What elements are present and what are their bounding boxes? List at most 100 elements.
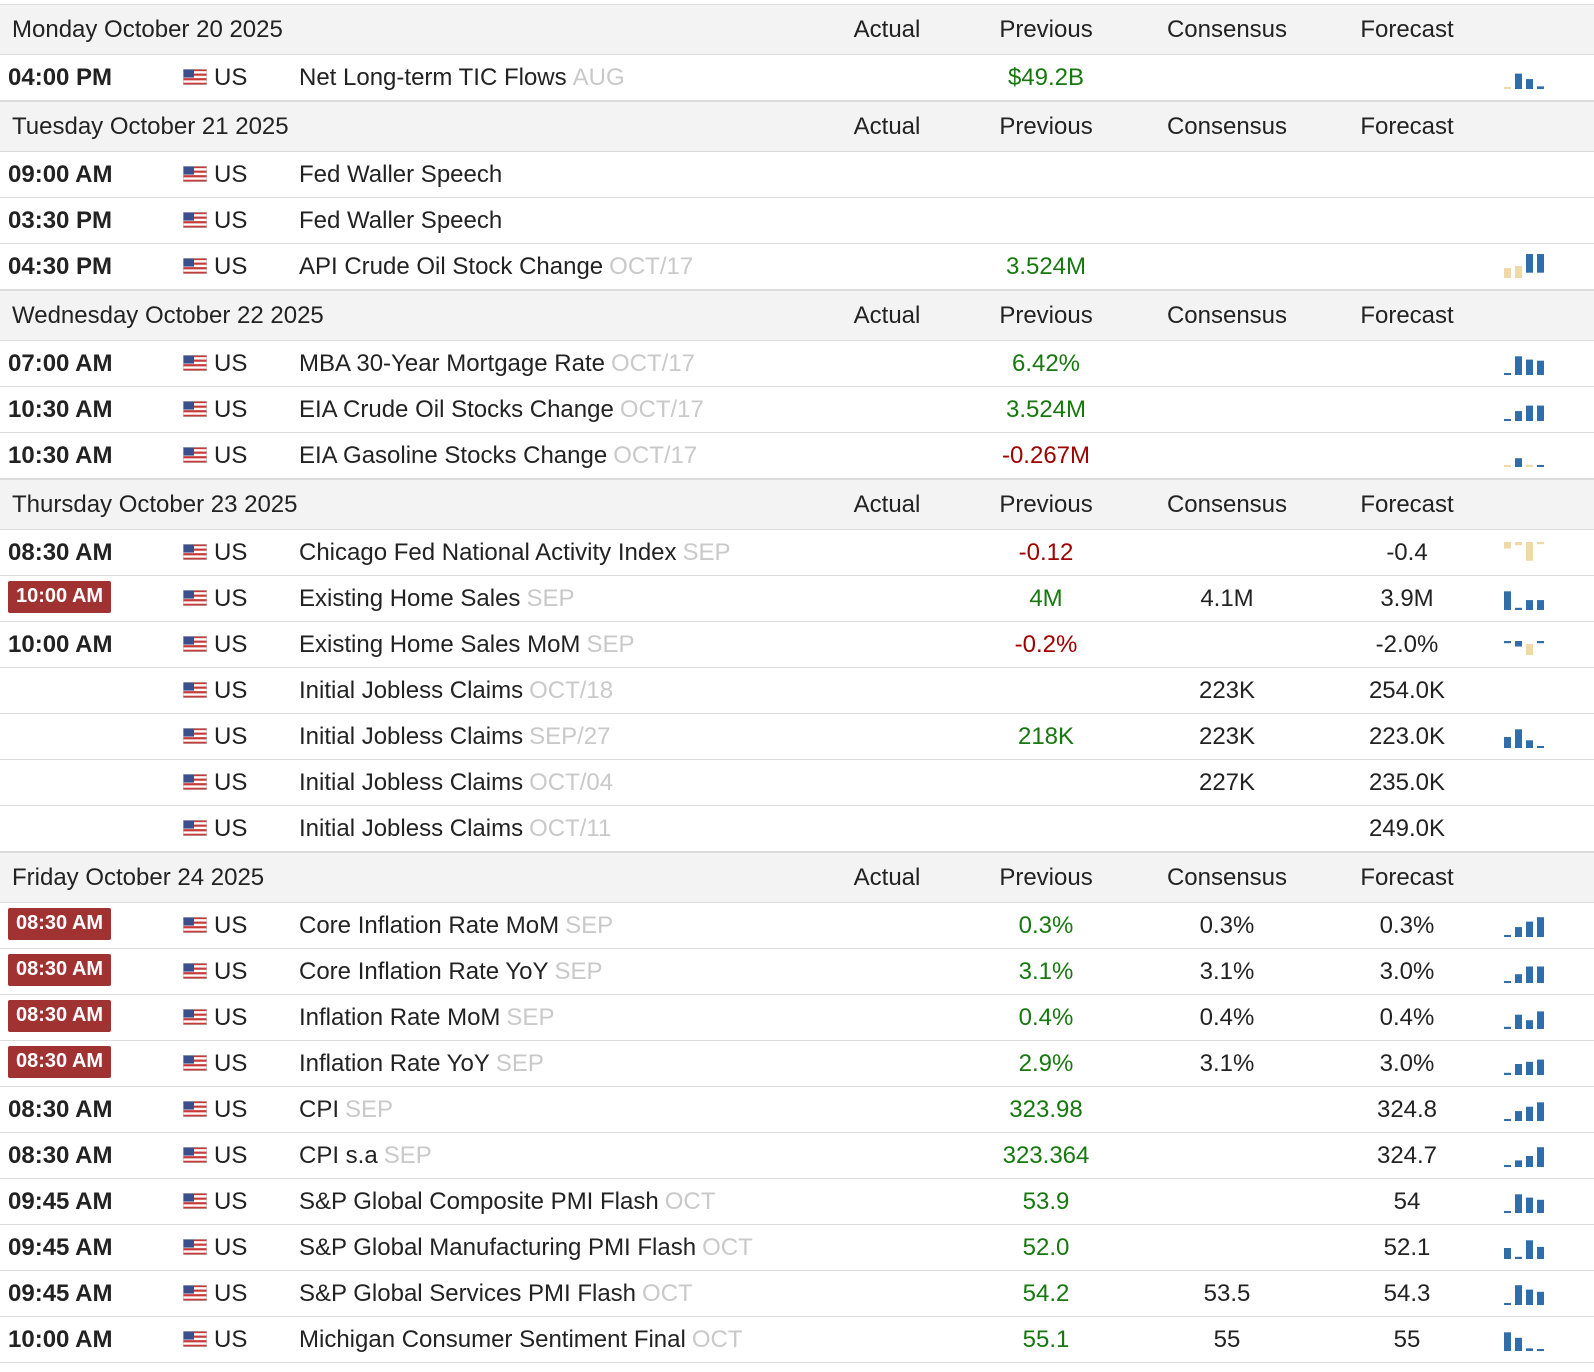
economic-calendar: Monday October 20 2025 Actual Previous Cons…	[0, 4, 1594, 1363]
sparkline-chart-icon[interactable]	[1502, 395, 1546, 423]
sparkline-chart-icon[interactable]	[1502, 538, 1546, 566]
event-name[interactable]: Core Inflation Rate MoM	[299, 912, 559, 939]
sparkline-chart-icon[interactable]	[1502, 911, 1546, 939]
sparkline-chart-icon[interactable]	[1502, 584, 1546, 612]
event-row[interactable]: US Initial Jobless Claims OCT/18 223K 254.0K	[0, 668, 1594, 714]
event-row[interactable]: 08:30 AM US Inflation Rate YoY SEP 2.9% 3.1% 3…	[0, 1041, 1594, 1087]
sparkline-chart-icon[interactable]	[1502, 630, 1546, 658]
event-name-cell[interactable]: Initial Jobless Claims SEP/27	[299, 723, 610, 751]
event-row[interactable]: 09:45 AM US S&P Global Manufacturing PMI F…	[0, 1225, 1594, 1271]
event-row[interactable]: 04:30 PM US API Crude Oil Stock Change OCT/…	[0, 244, 1594, 290]
previous-value: 323.98	[1009, 1096, 1083, 1123]
event-row[interactable]: 04:00 PM US Net Long-term TIC Flows AUG $49.…	[0, 55, 1594, 101]
event-name-cell[interactable]: MBA 30-Year Mortgage Rate OCT/17	[299, 350, 695, 378]
event-name[interactable]: MBA 30-Year Mortgage Rate	[299, 350, 605, 377]
event-name-cell[interactable]: Chicago Fed National Activity Index SEP	[299, 539, 731, 567]
event-name-cell[interactable]: Core Inflation Rate MoM SEP	[299, 912, 613, 940]
sparkline-chart-icon[interactable]	[1502, 1279, 1546, 1307]
event-name-cell[interactable]: API Crude Oil Stock Change OCT/17	[299, 253, 693, 281]
event-row[interactable]: 10:30 AM US EIA Crude Oil Stocks Change OCT…	[0, 387, 1594, 433]
sparkline-chart-icon[interactable]	[1502, 1095, 1546, 1123]
event-row[interactable]: 07:00 AM US MBA 30-Year Mortgage Rate OCT/1…	[0, 341, 1594, 387]
event-name[interactable]: EIA Crude Oil Stocks Change	[299, 396, 614, 423]
event-row[interactable]: 09:00 AM US Fed Waller Speech	[0, 152, 1594, 198]
event-row[interactable]: 08:30 AM US CPI SEP 323.98 324.8	[0, 1087, 1594, 1133]
event-name[interactable]: CPI s.a	[299, 1142, 378, 1169]
event-row[interactable]: 08:30 AM US Core Inflation Rate YoY SEP 3.1%…	[0, 949, 1594, 995]
sparkline-chart-icon[interactable]	[1502, 1141, 1546, 1169]
event-name-cell[interactable]: Inflation Rate YoY SEP	[299, 1050, 544, 1078]
sparkline-bar	[1537, 917, 1544, 937]
event-row[interactable]: US Initial Jobless Claims SEP/27 218K 223K 22…	[0, 714, 1594, 760]
event-name[interactable]: CPI	[299, 1096, 339, 1123]
event-name[interactable]: Initial Jobless Claims	[299, 723, 523, 750]
event-name[interactable]: Michigan Consumer Sentiment Final	[299, 1326, 686, 1353]
event-name[interactable]: Inflation Rate YoY	[299, 1050, 490, 1077]
event-row[interactable]: 10:00 AM US Michigan Consumer Sentiment Fi…	[0, 1317, 1594, 1363]
event-name-cell[interactable]: Existing Home Sales SEP	[299, 585, 574, 613]
event-name[interactable]: Fed Waller Speech	[299, 207, 502, 234]
event-name[interactable]: S&P Global Services PMI Flash	[299, 1280, 636, 1307]
event-country: US	[214, 585, 248, 612]
sparkline-chart-icon[interactable]	[1502, 63, 1546, 91]
event-row[interactable]: 03:30 PM US Fed Waller Speech	[0, 198, 1594, 244]
event-row[interactable]: 08:30 AM US Inflation Rate MoM SEP 0.4% 0.4% 0…	[0, 995, 1594, 1041]
event-row[interactable]: 08:30 AM US CPI s.a SEP 323.364 324.7	[0, 1133, 1594, 1179]
sparkline-chart-icon[interactable]	[1502, 1233, 1546, 1261]
event-name-cell[interactable]: CPI s.a SEP	[299, 1142, 432, 1170]
previous-value: 53.9	[1022, 1188, 1070, 1215]
event-name[interactable]: Chicago Fed National Activity Index	[299, 539, 677, 566]
event-name-cell[interactable]: Michigan Consumer Sentiment Final OCT	[299, 1326, 743, 1354]
event-row[interactable]: 09:45 AM US S&P Global Composite PMI Flash…	[0, 1179, 1594, 1225]
event-name-cell[interactable]: Initial Jobless Claims OCT/04	[299, 769, 613, 797]
sparkline-chart-icon[interactable]	[1502, 1003, 1546, 1031]
event-name-cell[interactable]: Fed Waller Speech	[299, 207, 502, 235]
event-name[interactable]: Inflation Rate MoM	[299, 1004, 500, 1031]
sparkline-chart-icon[interactable]	[1502, 349, 1546, 377]
event-name[interactable]: Initial Jobless Claims	[299, 677, 523, 704]
event-name[interactable]: Existing Home Sales MoM	[299, 631, 580, 658]
sparkline-chart-icon[interactable]	[1502, 1325, 1546, 1353]
event-time: 07:00 AM	[8, 350, 113, 377]
event-row[interactable]: 08:30 AM US Core Inflation Rate MoM SEP 0.3%…	[0, 903, 1594, 949]
event-name-cell[interactable]: EIA Gasoline Stocks Change OCT/17	[299, 442, 697, 470]
event-time: 04:30 PM	[8, 253, 113, 280]
event-row[interactable]: 08:30 AM US Chicago Fed National Activity …	[0, 530, 1594, 576]
event-name[interactable]: S&P Global Manufacturing PMI Flash	[299, 1234, 696, 1261]
event-name[interactable]: Core Inflation Rate YoY	[299, 958, 549, 985]
event-row[interactable]: 10:00 AM US Existing Home Sales SEP 4M 4.1M 3.…	[0, 576, 1594, 622]
event-name-cell[interactable]: Initial Jobless Claims OCT/18	[299, 677, 613, 705]
event-name-cell[interactable]: S&P Global Manufacturing PMI Flash OCT	[299, 1234, 753, 1262]
event-row[interactable]: US Initial Jobless Claims OCT/11 249.0K	[0, 806, 1594, 852]
event-name-cell[interactable]: Inflation Rate MoM SEP	[299, 1004, 554, 1032]
event-name[interactable]: Existing Home Sales	[299, 585, 520, 612]
sparkline-chart-icon[interactable]	[1502, 441, 1546, 469]
event-name[interactable]: EIA Gasoline Stocks Change	[299, 442, 607, 469]
event-row[interactable]: 10:00 AM US Existing Home Sales MoM SEP -0.2…	[0, 622, 1594, 668]
event-name-cell[interactable]: Fed Waller Speech	[299, 161, 502, 189]
event-name[interactable]: Initial Jobless Claims	[299, 769, 523, 796]
sparkline-chart-icon[interactable]	[1502, 1049, 1546, 1077]
day-header: Monday October 20 2025 Actual Previous Cons…	[0, 4, 1594, 55]
event-name-cell[interactable]: S&P Global Composite PMI Flash OCT	[299, 1188, 715, 1216]
sparkline-chart-icon[interactable]	[1502, 957, 1546, 985]
sparkline-chart-icon[interactable]	[1502, 252, 1546, 280]
forecast-value: 54	[1393, 1188, 1421, 1215]
event-name[interactable]: Fed Waller Speech	[299, 161, 502, 188]
event-name-cell[interactable]: S&P Global Services PMI Flash OCT	[299, 1280, 693, 1308]
event-name-cell[interactable]: Net Long-term TIC Flows AUG	[299, 64, 625, 92]
sparkline-chart-icon[interactable]	[1502, 1187, 1546, 1215]
event-name-cell[interactable]: Initial Jobless Claims OCT/11	[299, 815, 611, 843]
event-name[interactable]: Net Long-term TIC Flows	[299, 64, 567, 91]
event-name[interactable]: API Crude Oil Stock Change	[299, 253, 603, 280]
event-row[interactable]: US Initial Jobless Claims OCT/04 227K 235.0K	[0, 760, 1594, 806]
event-row[interactable]: 10:30 AM US EIA Gasoline Stocks Change OCT/…	[0, 433, 1594, 479]
event-row[interactable]: 09:45 AM US S&P Global Services PMI Flash O…	[0, 1271, 1594, 1317]
event-name[interactable]: Initial Jobless Claims	[299, 815, 523, 842]
event-name-cell[interactable]: CPI SEP	[299, 1096, 393, 1124]
event-name-cell[interactable]: Existing Home Sales MoM SEP	[299, 631, 634, 659]
event-name-cell[interactable]: EIA Crude Oil Stocks Change OCT/17	[299, 396, 704, 424]
event-name[interactable]: S&P Global Composite PMI Flash	[299, 1188, 659, 1215]
event-name-cell[interactable]: Core Inflation Rate YoY SEP	[299, 958, 603, 986]
sparkline-chart-icon[interactable]	[1502, 722, 1546, 750]
